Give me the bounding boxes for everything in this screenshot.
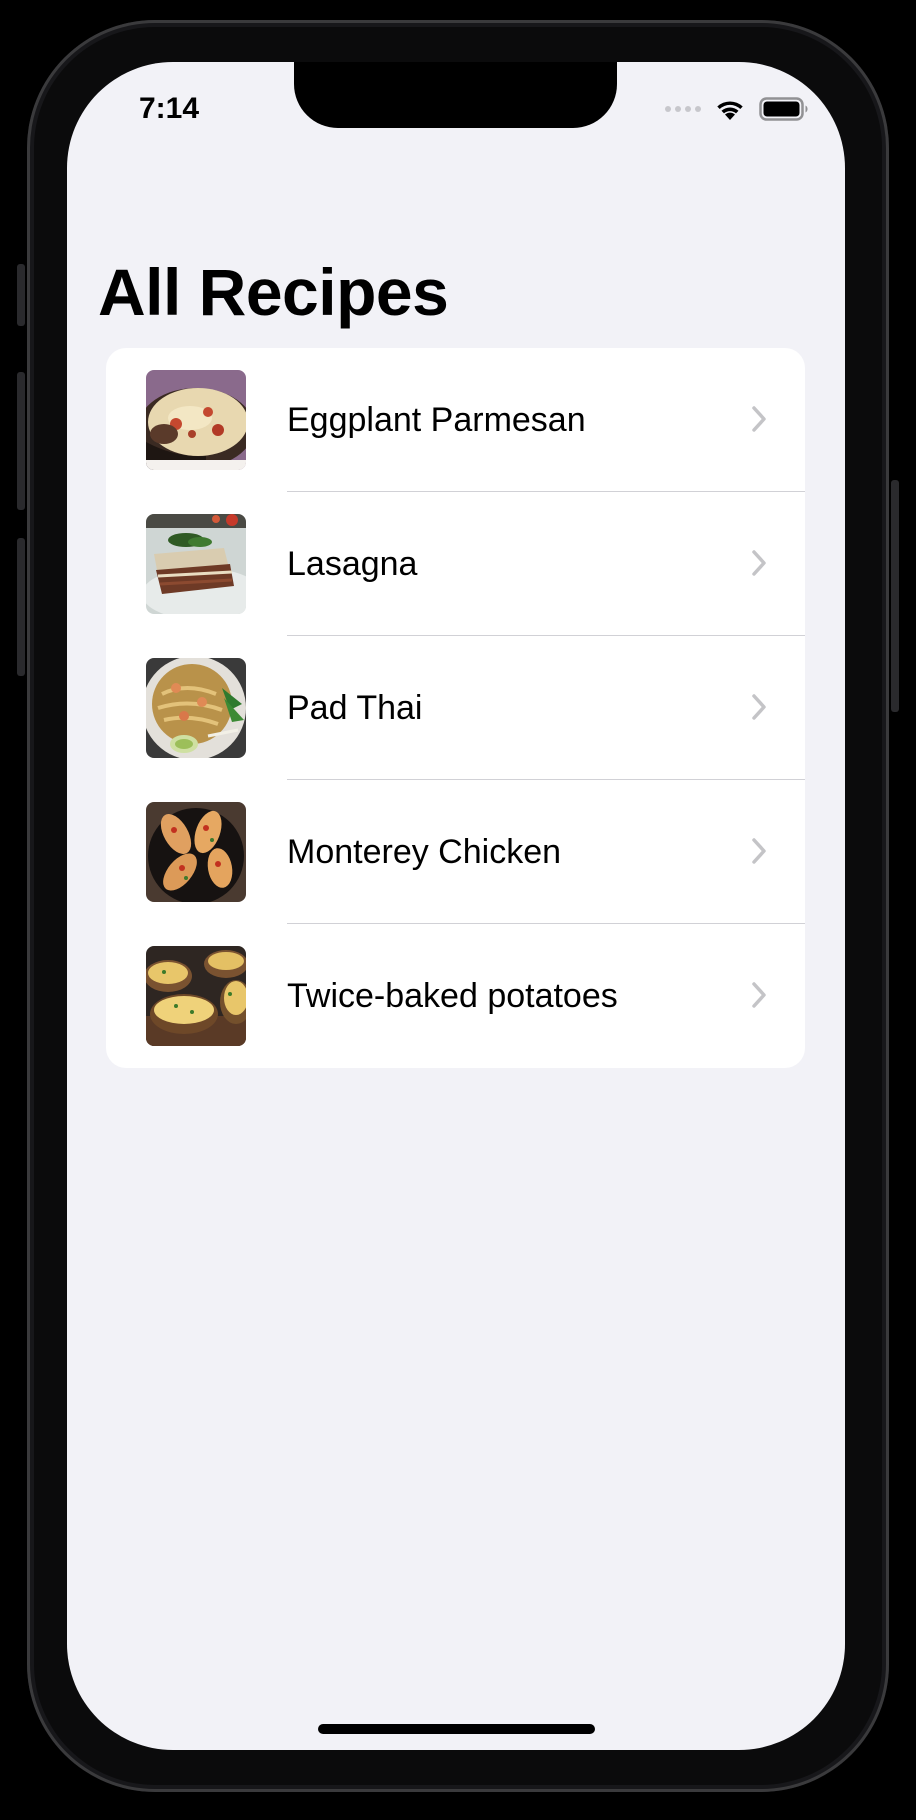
lasagna-photo <box>146 514 246 614</box>
recipe-name: Monterey Chicken <box>287 833 562 871</box>
mute-switch <box>17 264 25 326</box>
chevron-right-icon <box>752 838 766 864</box>
recipe-row-lasagna[interactable]: Lasagna <box>106 492 805 636</box>
pad-thai-photo <box>146 658 246 758</box>
page-title: All Recipes <box>98 255 449 329</box>
wifi-icon <box>717 101 743 120</box>
notch <box>294 62 617 128</box>
recipe-name: Twice-baked potatoes <box>287 977 618 1015</box>
chevron-right-icon <box>752 694 766 720</box>
chevron-right-icon <box>752 550 766 576</box>
chevron-right-icon <box>752 406 766 432</box>
cellular-dots-icon <box>665 106 701 112</box>
recipe-row-eggplant-parmesan[interactable]: Eggplant Parmesan <box>106 348 805 492</box>
recipe-row-pad-thai[interactable]: Pad Thai <box>106 636 805 780</box>
recipe-list: Eggplant Parmesan Lasagna Pad Thai Monte… <box>106 348 805 1068</box>
twice-baked-potatoes-photo <box>146 946 246 1046</box>
app-screen: 7:14 All Recipes Eggplant Parmesan Lasag… <box>67 62 845 1750</box>
status-time: 7:14 <box>139 92 200 125</box>
monterey-chicken-photo <box>146 802 246 902</box>
home-indicator[interactable] <box>318 1724 595 1734</box>
volume-up-button <box>17 372 25 510</box>
chevron-right-icon <box>752 982 766 1008</box>
volume-down-button <box>17 538 25 676</box>
eggplant-parmesan-photo <box>146 370 246 470</box>
recipe-row-twice-baked-potatoes[interactable]: Twice-baked potatoes <box>106 924 805 1068</box>
recipe-name: Eggplant Parmesan <box>287 401 586 439</box>
recipe-name: Lasagna <box>287 545 418 583</box>
recipe-name: Pad Thai <box>287 689 423 727</box>
recipe-row-monterey-chicken[interactable]: Monterey Chicken <box>106 780 805 924</box>
status-icons <box>665 96 809 122</box>
power-button <box>891 480 899 712</box>
battery-icon <box>759 97 808 121</box>
